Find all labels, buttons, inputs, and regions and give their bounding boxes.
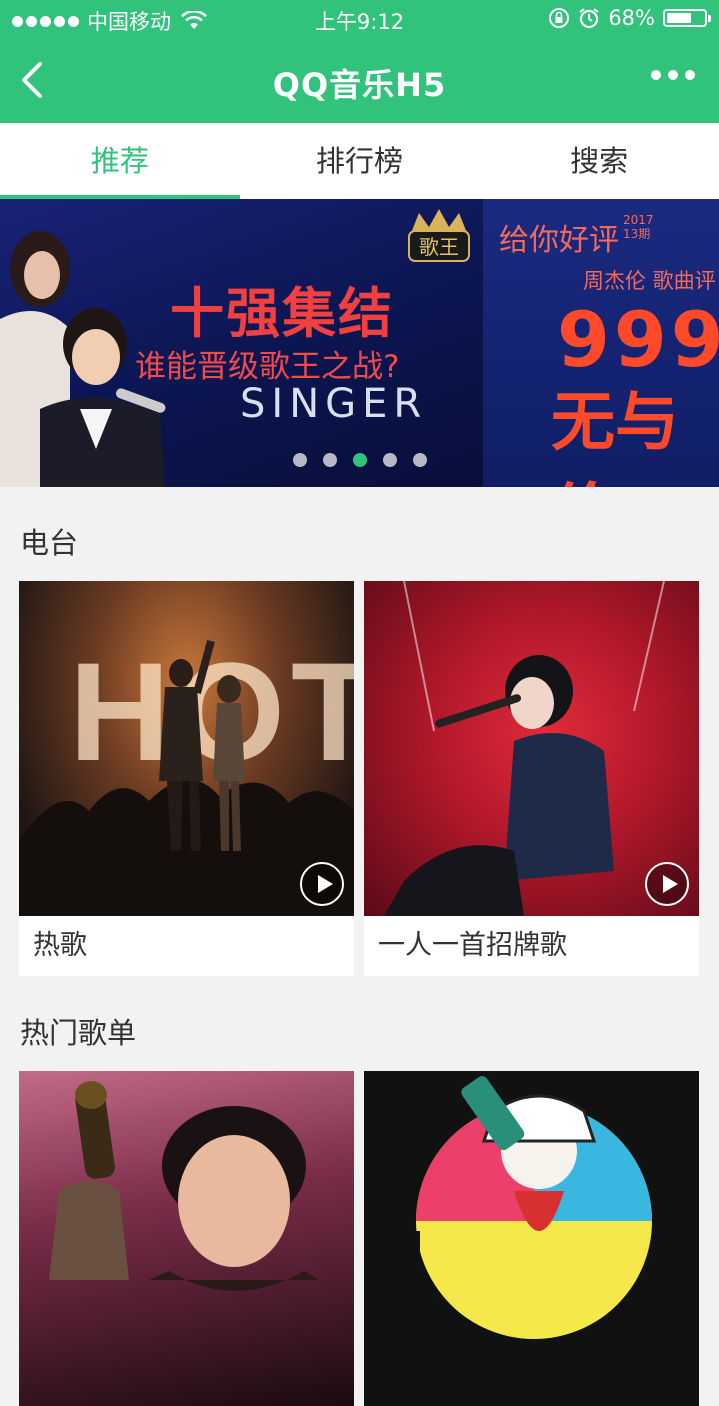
radio-cover-signature (364, 581, 699, 916)
carousel-dot-3[interactable] (352, 453, 367, 467)
banner-subtitle: 谁能晋级歌王之战? (135, 349, 400, 385)
playlist-card-2[interactable] (364, 1071, 699, 1406)
nav-bar: QQ音乐H5 (0, 40, 719, 123)
tab-recommend[interactable]: 推荐 (0, 123, 240, 199)
battery-icon (663, 9, 711, 27)
singer-red-illustration (384, 581, 665, 916)
review-word: 无与伦 (551, 386, 679, 487)
review-year: 2017 13期 (623, 213, 654, 241)
review-year-text: 2017 (623, 213, 654, 227)
carousel-dot-5[interactable] (412, 453, 427, 467)
banner-slide-review[interactable]: 给你好评 2017 13期 周杰伦 歌曲评 999 无与伦 (483, 199, 719, 487)
review-issue-text: 13期 (623, 227, 651, 241)
tab-charts[interactable]: 排行榜 (240, 123, 480, 199)
play-icon[interactable] (300, 862, 344, 906)
carousel-dot-2[interactable] (322, 453, 337, 467)
rotation-lock-icon (549, 8, 570, 28)
playlist-section-title: 热门歌单 (20, 1016, 137, 1050)
more-dots-icon[interactable] (651, 70, 695, 80)
battery-fill (667, 13, 691, 23)
playlist-cover-1 (19, 1071, 354, 1406)
carousel-dot-1[interactable] (292, 453, 307, 467)
carousel-dots (0, 453, 719, 467)
banner-headline: 十强集结 (170, 282, 394, 345)
radio-section-title: 电台 (20, 526, 79, 560)
play-icon[interactable] (645, 862, 689, 906)
status-right: 68% (548, 6, 711, 30)
tab-search[interactable]: 搜索 (479, 123, 719, 199)
battery-percent: 68% (608, 6, 655, 30)
tab-bar: 推荐 排行榜 搜索 (0, 123, 719, 199)
header: 中国移动 上午9:12 68% QQ音乐H5 (0, 0, 719, 123)
review-title: 给你好评 (499, 223, 619, 258)
logo-text: 歌王 (419, 235, 459, 259)
playlist-cover-2 (364, 1071, 699, 1406)
radio-cover-hot: HOT (19, 581, 354, 916)
concert-silhouette (19, 639, 354, 916)
status-bar: 中国移动 上午9:12 68% (0, 0, 719, 40)
banner-carousel[interactable]: 十强集结 谁能晋级歌王之战? SINGER 歌王 给你好评 2017 13期 周… (0, 199, 719, 487)
radio-card-signature[interactable]: 一人一首招牌歌 (364, 581, 699, 976)
banner-slide-singer[interactable]: 十强集结 谁能晋级歌王之战? SINGER 歌王 (0, 199, 483, 487)
carousel-dot-4[interactable] (382, 453, 397, 467)
banner-english: SINGER (240, 381, 428, 427)
review-artist: 周杰伦 歌曲评 (583, 269, 716, 293)
radio-label-hot: 热歌 (33, 930, 87, 961)
singer-portrait (49, 1081, 319, 1291)
singer-show-logo: 歌王 (408, 209, 470, 262)
page-title: QQ音乐H5 (272, 66, 447, 104)
radio-label-signature: 一人一首招牌歌 (378, 930, 567, 961)
alarm-icon (579, 8, 599, 29)
playlist-card-1[interactable] (19, 1071, 354, 1406)
radio-card-hot[interactable]: HOT 热歌 (19, 581, 354, 976)
poster-illustration (384, 1076, 652, 1339)
